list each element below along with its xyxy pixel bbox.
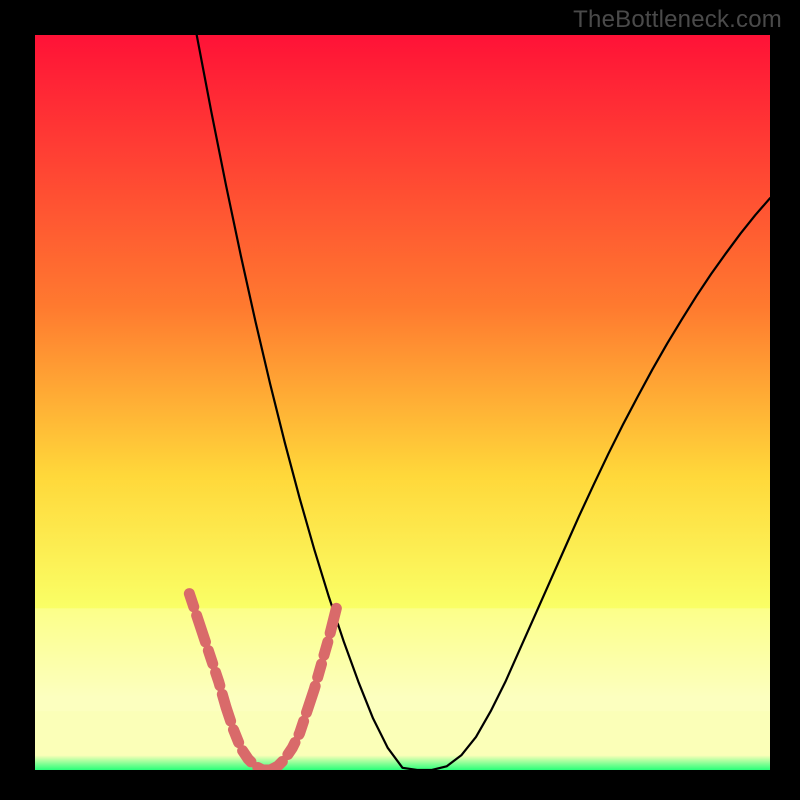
chart-container: { "watermark": "TheBottleneck.com", "col… — [0, 0, 800, 800]
watermark-label: TheBottleneck.com — [573, 6, 782, 34]
chart-svg — [35, 35, 770, 770]
light-band — [35, 608, 770, 711]
plot-area — [35, 35, 770, 770]
